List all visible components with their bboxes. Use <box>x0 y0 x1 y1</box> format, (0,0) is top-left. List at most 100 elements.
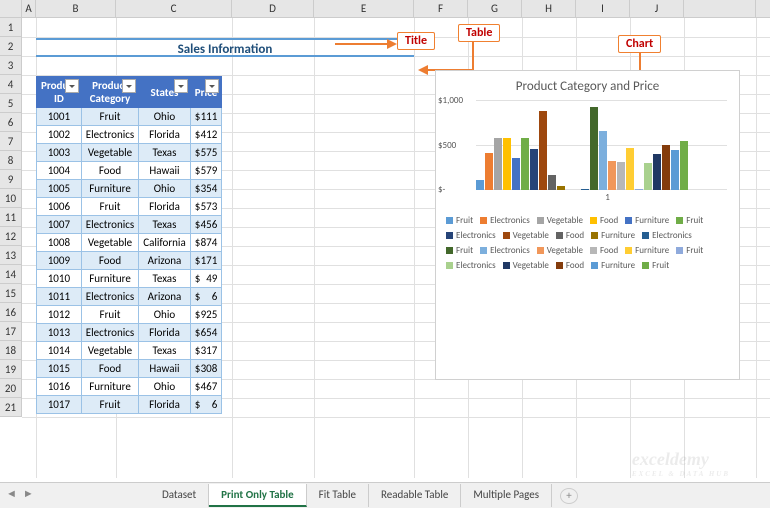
cell-product-id[interactable]: 1010 <box>37 270 82 288</box>
cell-product-id[interactable]: 1009 <box>37 252 82 270</box>
cell-product-id[interactable]: 1001 <box>37 108 82 126</box>
cell-state[interactable]: Ohio <box>139 306 191 324</box>
cell-product-id[interactable]: 1007 <box>37 216 82 234</box>
nav-next-icon[interactable]: ► <box>23 487 34 500</box>
cell-state[interactable]: Ohio <box>139 180 191 198</box>
chart-bar[interactable] <box>635 189 643 190</box>
chart-bar[interactable] <box>539 111 547 190</box>
chart-bar[interactable] <box>530 149 538 190</box>
header-product-id[interactable]: Product ID <box>37 77 82 108</box>
row-header[interactable]: 2 <box>0 37 22 56</box>
cell-category[interactable]: Vegetable <box>81 342 138 360</box>
cell-product-id[interactable]: 1017 <box>37 396 82 414</box>
cell-product-id[interactable]: 1008 <box>37 234 82 252</box>
table-row[interactable]: 1007 Electronics Texas $456 <box>37 216 222 234</box>
cell-product-id[interactable]: 1006 <box>37 198 82 216</box>
cell-state[interactable]: Arizona <box>139 288 191 306</box>
table-row[interactable]: 1008 Vegetable California $874 <box>37 234 222 252</box>
cell-price[interactable]: $6 <box>190 288 222 306</box>
row-header[interactable]: 8 <box>0 151 22 170</box>
cell-price[interactable]: $579 <box>190 162 222 180</box>
row-header[interactable]: 10 <box>0 189 22 208</box>
cell-category[interactable]: Fruit <box>81 396 138 414</box>
cell-price[interactable]: $467 <box>190 378 222 396</box>
cell-state[interactable]: California <box>139 234 191 252</box>
row-header[interactable]: 9 <box>0 170 22 189</box>
filter-dropdown-icon[interactable] <box>205 79 219 93</box>
chart-bar[interactable] <box>485 153 493 190</box>
cell-price[interactable]: $575 <box>190 144 222 162</box>
cell-state[interactable]: Arizona <box>139 252 191 270</box>
column-header[interactable]: A <box>22 0 36 17</box>
cell-state[interactable]: Florida <box>139 198 191 216</box>
table-row[interactable]: 1011 Electronics Arizona $6 <box>37 288 222 306</box>
cell-price[interactable]: $354 <box>190 180 222 198</box>
row-header[interactable]: 19 <box>0 360 22 379</box>
cell-category[interactable]: Vegetable <box>81 144 138 162</box>
chart-bar[interactable] <box>626 148 634 190</box>
row-header[interactable]: 20 <box>0 379 22 398</box>
table-row[interactable]: 1015 Food Hawaii $308 <box>37 360 222 378</box>
chart-bar[interactable] <box>512 158 520 190</box>
data-table[interactable]: Product ID Product Category States Price… <box>36 76 222 414</box>
cell-state[interactable]: Texas <box>139 144 191 162</box>
chart-object[interactable]: Product Category and Price $1,000 $500 $… <box>435 70 740 380</box>
table-row[interactable]: 1017 Fruit Florida $6 <box>37 396 222 414</box>
filter-dropdown-icon[interactable] <box>65 79 79 93</box>
sheet-tab[interactable]: Dataset <box>150 484 209 507</box>
row-header[interactable]: 15 <box>0 284 22 303</box>
table-row[interactable]: 1006 Fruit Florida $573 <box>37 198 222 216</box>
table-row[interactable]: 1001 Fruit Ohio $111 <box>37 108 222 126</box>
header-product-category[interactable]: Product Category <box>81 77 138 108</box>
column-header[interactable]: F <box>414 0 468 17</box>
cell-product-id[interactable]: 1011 <box>37 288 82 306</box>
chart-bar[interactable] <box>599 131 607 190</box>
sheet-tab[interactable]: Multiple Pages <box>461 484 552 507</box>
cell-price[interactable]: $573 <box>190 198 222 216</box>
chart-bar[interactable] <box>671 150 679 191</box>
row-header[interactable]: 13 <box>0 246 22 265</box>
row-header[interactable]: 7 <box>0 132 22 151</box>
cell-category[interactable]: Food <box>81 252 138 270</box>
cell-state[interactable]: Florida <box>139 396 191 414</box>
cell-category[interactable]: Furniture <box>81 180 138 198</box>
row-header[interactable]: 1 <box>0 18 22 37</box>
cell-category[interactable]: Fruit <box>81 108 138 126</box>
cell-category[interactable]: Furniture <box>81 378 138 396</box>
cell-product-id[interactable]: 1002 <box>37 126 82 144</box>
cell-state[interactable]: Hawaii <box>139 360 191 378</box>
table-row[interactable]: 1010 Furniture Texas $49 <box>37 270 222 288</box>
cell-category[interactable]: Food <box>81 360 138 378</box>
select-all-corner[interactable] <box>0 0 22 17</box>
cell-price[interactable]: $49 <box>190 270 222 288</box>
header-price[interactable]: Price <box>190 77 222 108</box>
chart-bar[interactable] <box>581 189 589 190</box>
sheet-nav[interactable]: ◄ ► <box>6 487 34 500</box>
cell-price[interactable]: $317 <box>190 342 222 360</box>
filter-dropdown-icon[interactable] <box>174 79 188 93</box>
row-header[interactable]: 4 <box>0 75 22 94</box>
cell-state[interactable]: Texas <box>139 216 191 234</box>
cell-price[interactable]: $456 <box>190 216 222 234</box>
chart-bar[interactable] <box>608 161 616 190</box>
table-row[interactable]: 1003 Vegetable Texas $575 <box>37 144 222 162</box>
row-header[interactable]: 18 <box>0 341 22 360</box>
cell-price[interactable]: $925 <box>190 306 222 324</box>
row-header[interactable]: 21 <box>0 398 22 417</box>
cell-price[interactable]: $171 <box>190 252 222 270</box>
cell-product-id[interactable]: 1005 <box>37 180 82 198</box>
chart-bar[interactable] <box>557 186 565 190</box>
chart-bar[interactable] <box>503 138 511 190</box>
cell-category[interactable]: Fruit <box>81 198 138 216</box>
cell-state[interactable]: Ohio <box>139 108 191 126</box>
sheet-tab[interactable]: Readable Table <box>369 484 461 507</box>
table-row[interactable]: 1009 Food Arizona $171 <box>37 252 222 270</box>
table-row[interactable]: 1004 Food Hawaii $579 <box>37 162 222 180</box>
chart-bar[interactable] <box>548 175 556 190</box>
cell-product-id[interactable]: 1003 <box>37 144 82 162</box>
cell-product-id[interactable]: 1012 <box>37 306 82 324</box>
row-header[interactable]: 16 <box>0 303 22 322</box>
cell-state[interactable]: Ohio <box>139 378 191 396</box>
row-header[interactable]: 14 <box>0 265 22 284</box>
chart-bar[interactable] <box>590 107 598 190</box>
